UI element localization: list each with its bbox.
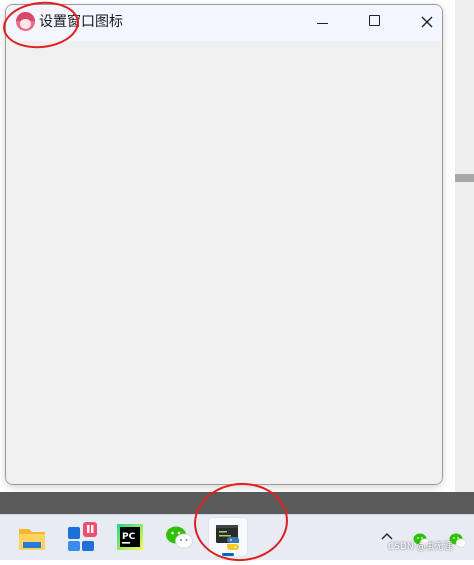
close-button[interactable] bbox=[401, 5, 442, 41]
background-scroll-marker bbox=[455, 174, 474, 182]
pycharm-label: PC bbox=[122, 532, 136, 542]
pycharm-icon: PC bbox=[117, 524, 143, 550]
window-title: 设置窗口图标 bbox=[39, 14, 123, 30]
python-icon bbox=[216, 525, 239, 550]
taskbar-python[interactable] bbox=[208, 517, 248, 557]
taskbar: PC bbox=[0, 514, 474, 560]
widgets-icon bbox=[68, 522, 97, 551]
maximize-icon bbox=[369, 15, 380, 26]
taskbar-file-explorer[interactable] bbox=[12, 517, 52, 557]
window-client-area bbox=[6, 41, 442, 484]
minimize-button[interactable] bbox=[297, 5, 349, 41]
taskbar-wechat[interactable] bbox=[159, 517, 199, 557]
title-bar[interactable]: 设置窗口图标 bbox=[6, 5, 442, 41]
folder-icon bbox=[19, 529, 45, 550]
taskbar-pycharm[interactable]: PC bbox=[110, 517, 150, 557]
minimize-icon bbox=[317, 23, 328, 24]
background-app-strip bbox=[0, 492, 474, 514]
wechat-icon bbox=[166, 526, 193, 549]
taskbar-widgets[interactable] bbox=[61, 517, 101, 557]
background-window-edge bbox=[455, 0, 474, 492]
csdn-watermark: CSDN @虫无涯 bbox=[388, 542, 453, 552]
close-icon bbox=[421, 16, 433, 28]
app-window: 设置窗口图标 bbox=[5, 4, 443, 485]
avatar-app-icon[interactable] bbox=[16, 12, 35, 31]
active-app-indicator bbox=[222, 553, 234, 556]
maximize-button[interactable] bbox=[349, 5, 401, 41]
